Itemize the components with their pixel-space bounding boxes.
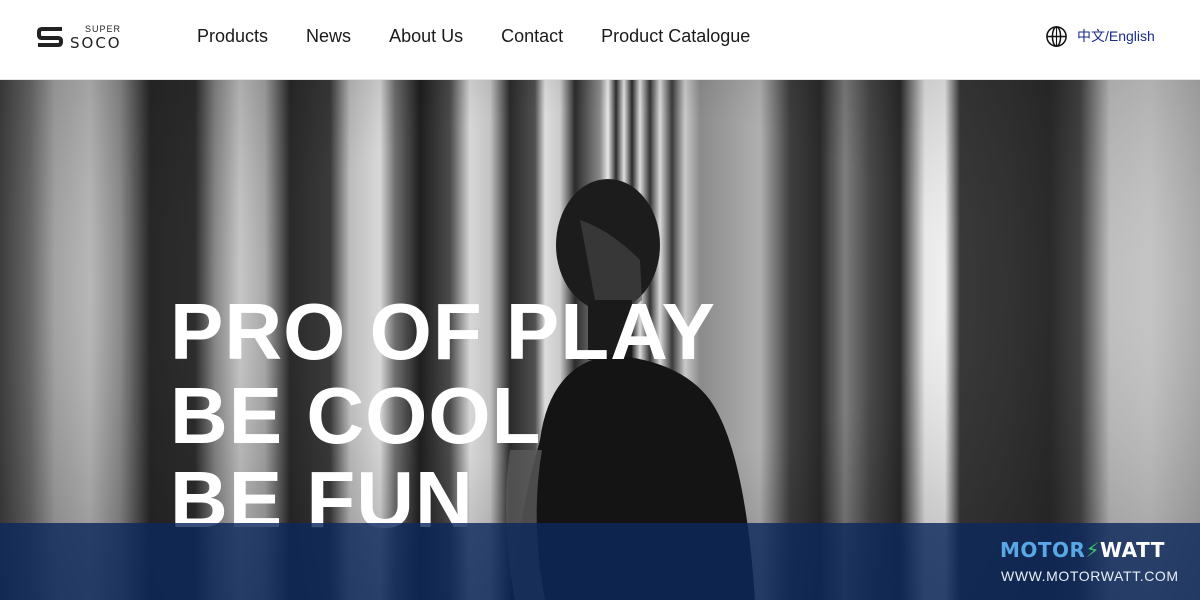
watermark-url: WWW.MOTORWATT.COM: [1001, 568, 1179, 584]
nav-item-products[interactable]: Products: [197, 24, 268, 48]
hero-line-2: BE COOL: [170, 371, 542, 460]
soco-logo-mark-icon: [37, 27, 63, 47]
logo-soco-text: SOCO: [70, 34, 122, 52]
nav-item-product-catalogue[interactable]: Product Catalogue: [601, 24, 750, 48]
motorwatt-logo: MOTOR⚡WATT: [1000, 538, 1185, 562]
main-nav: Products News About Us Contact Product C…: [197, 24, 788, 48]
hero-banner: PRO OF PLAY BE COOL BE FUN: [0, 80, 1200, 600]
nav-item-news[interactable]: News: [306, 24, 351, 48]
watermark-brand-motor: MOTOR: [1000, 538, 1086, 562]
globe-icon: [1046, 25, 1067, 47]
language-label[interactable]: 中文/English: [1077, 26, 1155, 46]
logo-super-text: SUPER: [85, 24, 122, 34]
hero-line-1: PRO OF PLAY: [170, 287, 716, 376]
watermark-brand-watt: WATT: [1100, 538, 1165, 562]
super-soco-logo[interactable]: SUPER SOCO: [36, 22, 136, 52]
motorwatt-watermark: MOTOR⚡WATT WWW.MOTORWATT.COM: [1000, 538, 1185, 584]
site-header: SUPER SOCO Products News About Us Contac…: [0, 0, 1200, 80]
lightning-bolt-icon: ⚡: [1085, 538, 1100, 562]
nav-item-contact[interactable]: Contact: [501, 24, 563, 48]
language-switcher[interactable]: 中文/English: [1045, 24, 1155, 48]
nav-item-about-us[interactable]: About Us: [389, 24, 463, 48]
hero-headline: PRO OF PLAY BE COOL BE FUN: [170, 290, 716, 542]
